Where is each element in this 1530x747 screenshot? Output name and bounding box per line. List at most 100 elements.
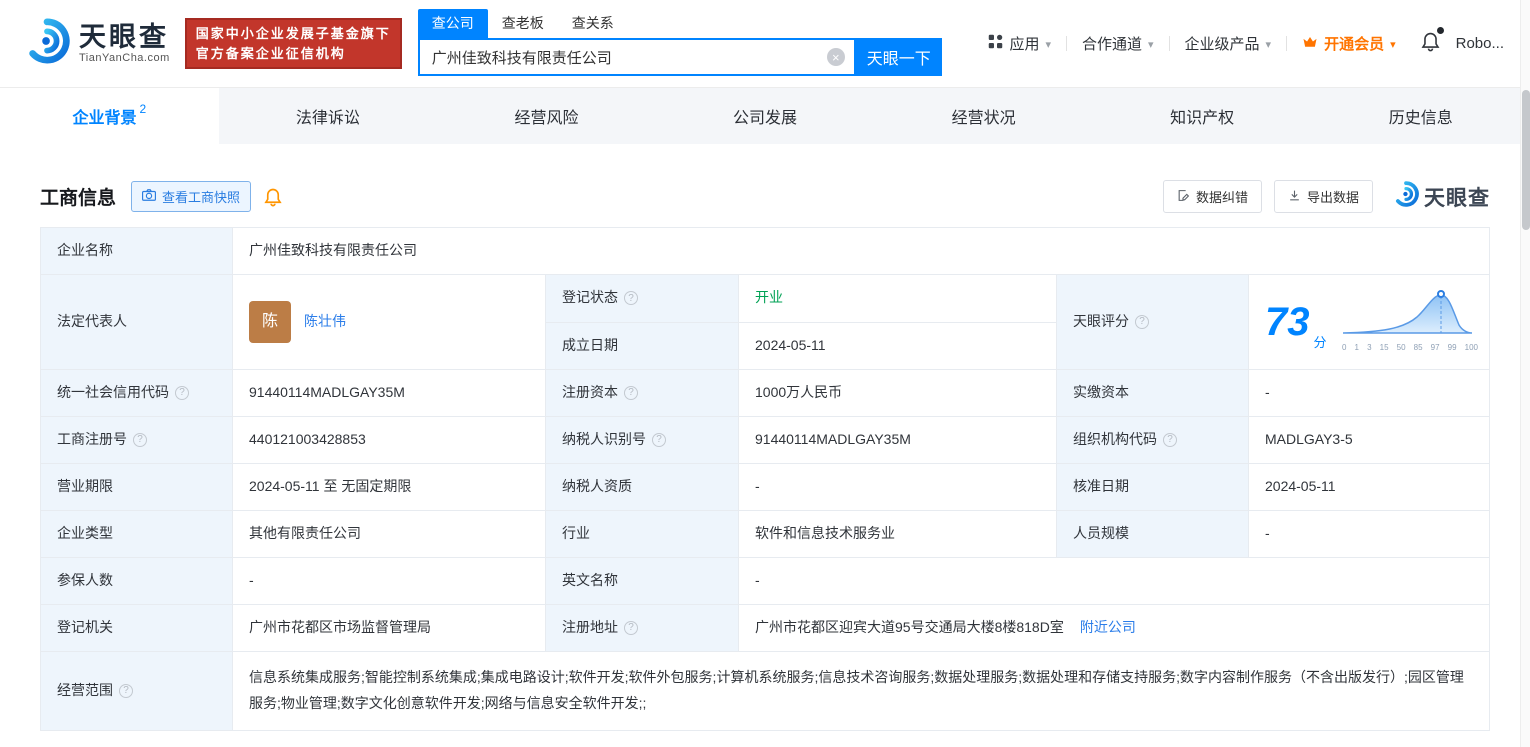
menu-item-label: 开通会员 bbox=[1324, 36, 1385, 53]
nearby-companies-link[interactable]: 附近公司 bbox=[1080, 617, 1136, 639]
paid-capital-value: - bbox=[1265, 384, 1270, 401]
clear-search-icon[interactable] bbox=[826, 48, 845, 66]
tab-legal-litigation[interactable]: 法律诉讼 bbox=[219, 88, 438, 144]
search-button[interactable]: 天眼一下 bbox=[855, 38, 942, 76]
search-tab-relation[interactable]: 查关系 bbox=[558, 9, 628, 38]
search-tabs: 查公司 查老板 查关系 bbox=[417, 9, 942, 38]
section-title: 工商信息 bbox=[40, 188, 117, 209]
search-tab-company[interactable]: 查公司 bbox=[417, 9, 488, 38]
subscribe-bell-icon[interactable] bbox=[264, 187, 282, 207]
user-account[interactable]: Robo... bbox=[1452, 35, 1504, 52]
insured-count-value: - bbox=[233, 558, 546, 604]
help-icon[interactable] bbox=[175, 386, 189, 400]
field-label: 英文名称 bbox=[546, 558, 739, 604]
field-label: 成立日期 bbox=[546, 322, 739, 369]
search-input-wrap bbox=[417, 38, 856, 76]
tab-label: 公司发展 bbox=[733, 110, 798, 127]
approval-date-value: 2024-05-11 bbox=[1265, 478, 1336, 495]
tab-label: 经营状况 bbox=[951, 110, 1016, 127]
tab-label: 法律诉讼 bbox=[295, 110, 360, 127]
tab-intellectual-property[interactable]: 知识产权 bbox=[1093, 88, 1312, 144]
score-unit: 分 bbox=[1313, 334, 1327, 350]
help-icon[interactable] bbox=[1163, 433, 1177, 447]
export-data-button[interactable]: 导出数据 bbox=[1273, 180, 1373, 213]
company-nav-tabs: 企业背景 2 法律诉讼 经营风险 公司发展 经营状况 知识产权 历史信息 bbox=[0, 88, 1530, 144]
reg-number-value: 440121003428853 bbox=[233, 417, 546, 463]
menu-item-apps[interactable]: 应用 bbox=[973, 33, 1066, 54]
field-label-wrap: 注册资本 bbox=[546, 370, 739, 416]
business-term-value: 2024-05-11 至 无固定期限 bbox=[233, 464, 546, 510]
field-label: 注册地址 bbox=[562, 619, 618, 636]
tab-count-badge: 2 bbox=[139, 102, 147, 116]
field-label: 行业 bbox=[546, 511, 739, 557]
business-scope-value: 信息系统集成服务;智能控制系统集成;集成电路设计;软件开发;软件外包服务;计算机… bbox=[249, 669, 1464, 711]
table-row: 参保人数 - 英文名称 - bbox=[41, 558, 1489, 605]
status-date-block: 登记状态 开业 成立日期 2024-05-11 bbox=[546, 275, 1057, 369]
tab-operating-status[interactable]: 经营状况 bbox=[874, 88, 1093, 144]
top-menu: 应用 合作通道 企业级产品 开通会员 Robo... bbox=[973, 27, 1504, 56]
watermark-text: 天眼查 bbox=[1424, 186, 1490, 210]
field-label: 人员规模 bbox=[1057, 511, 1249, 557]
camera-icon bbox=[142, 189, 157, 204]
taxpayer-qualification-value: - bbox=[739, 464, 1057, 510]
data-correction-label: 数据纠错 bbox=[1195, 190, 1248, 205]
field-label-wrap: 经营范围 bbox=[41, 652, 233, 730]
business-info-table: 企业名称 广州佳致科技有限责任公司 法定代表人 陈 陈壮伟 登记状态 开业 成立… bbox=[40, 227, 1490, 731]
chevron-down-icon bbox=[1390, 35, 1396, 52]
help-icon[interactable] bbox=[624, 291, 638, 306]
tab-business-risk[interactable]: 经营风险 bbox=[437, 88, 656, 144]
industry-value: 软件和信息技术服务业 bbox=[739, 511, 1057, 557]
help-icon[interactable] bbox=[119, 683, 133, 698]
field-label: 实缴资本 bbox=[1057, 370, 1249, 416]
data-correction-button[interactable]: 数据纠错 bbox=[1162, 180, 1262, 213]
export-data-label: 导出数据 bbox=[1306, 190, 1359, 205]
field-label: 核准日期 bbox=[1057, 464, 1249, 510]
staff-size-value: - bbox=[1265, 525, 1270, 542]
chevron-down-icon bbox=[1266, 35, 1272, 52]
help-icon[interactable] bbox=[624, 621, 638, 635]
legal-rep-avatar[interactable]: 陈 bbox=[249, 301, 291, 343]
establish-date-value: 2024-05-11 bbox=[755, 336, 826, 353]
table-row: 经营范围 信息系统集成服务;智能控制系统集成;集成电路设计;软件开发;软件外包服… bbox=[41, 652, 1489, 731]
field-label-wrap: 统一社会信用代码 bbox=[41, 370, 233, 416]
help-icon[interactable] bbox=[1135, 315, 1149, 329]
credit-code-value: 91440114MADLGAY35M bbox=[233, 370, 546, 416]
field-label: 纳税人识别号 bbox=[562, 431, 646, 448]
reg-address-cell: 广州市花都区迎宾大道95号交通局大楼8楼818D室 附近公司 bbox=[739, 605, 1489, 651]
watermark-logo: 天眼查 bbox=[1393, 181, 1490, 212]
help-icon[interactable] bbox=[133, 433, 147, 447]
apps-grid-icon bbox=[988, 34, 1003, 53]
taxpayer-id-value: 91440114MADLGAY35M bbox=[739, 417, 1057, 463]
score-cell: 73 分 0 1 3 15 50 85 97 99 100 bbox=[1249, 275, 1489, 369]
field-label-wrap: 注册地址 bbox=[546, 605, 739, 651]
field-label: 企业类型 bbox=[41, 511, 233, 557]
legal-rep-link[interactable]: 陈壮伟 bbox=[304, 311, 346, 333]
logo-subtitle: TianYanCha.com bbox=[79, 51, 170, 64]
tianyancha-logo[interactable]: 天眼查 TianYanCha.com bbox=[24, 18, 170, 69]
help-icon[interactable] bbox=[624, 386, 638, 400]
field-label-wrap: 工商注册号 bbox=[41, 417, 233, 463]
menu-item-label: 合作通道 bbox=[1081, 36, 1142, 53]
field-label: 登记状态 bbox=[562, 289, 618, 306]
download-icon bbox=[1288, 189, 1301, 205]
reg-capital-value: 1000万人民币 bbox=[739, 370, 1057, 416]
snapshot-button[interactable]: 查看工商快照 bbox=[131, 181, 252, 212]
table-row: 统一社会信用代码 91440114MADLGAY35M 注册资本 1000万人民… bbox=[41, 370, 1489, 417]
scrollbar-thumb[interactable] bbox=[1522, 90, 1530, 230]
tab-label: 企业背景 bbox=[72, 110, 137, 127]
search-tab-boss[interactable]: 查老板 bbox=[488, 9, 558, 38]
edit-document-icon bbox=[1177, 189, 1190, 205]
search-input[interactable] bbox=[419, 40, 854, 74]
help-icon[interactable] bbox=[652, 433, 666, 447]
tab-company-background[interactable]: 企业背景 2 bbox=[0, 88, 219, 144]
tab-history-info[interactable]: 历史信息 bbox=[1311, 88, 1530, 144]
menu-item-cooperation[interactable]: 合作通道 bbox=[1067, 33, 1169, 54]
menu-item-enterprise-products[interactable]: 企业级产品 bbox=[1170, 33, 1287, 54]
menu-item-vip[interactable]: 开通会员 bbox=[1287, 33, 1411, 54]
score-distribution-chart: 0 1 3 15 50 85 97 99 100 bbox=[1341, 289, 1479, 354]
tab-company-development[interactable]: 公司发展 bbox=[656, 88, 875, 144]
reg-authority-value: 广州市花都区市场监督管理局 bbox=[233, 605, 546, 651]
field-label: 营业期限 bbox=[41, 464, 233, 510]
legal-rep-cell: 陈 陈壮伟 bbox=[233, 275, 546, 369]
notification-bell[interactable] bbox=[1411, 27, 1452, 56]
